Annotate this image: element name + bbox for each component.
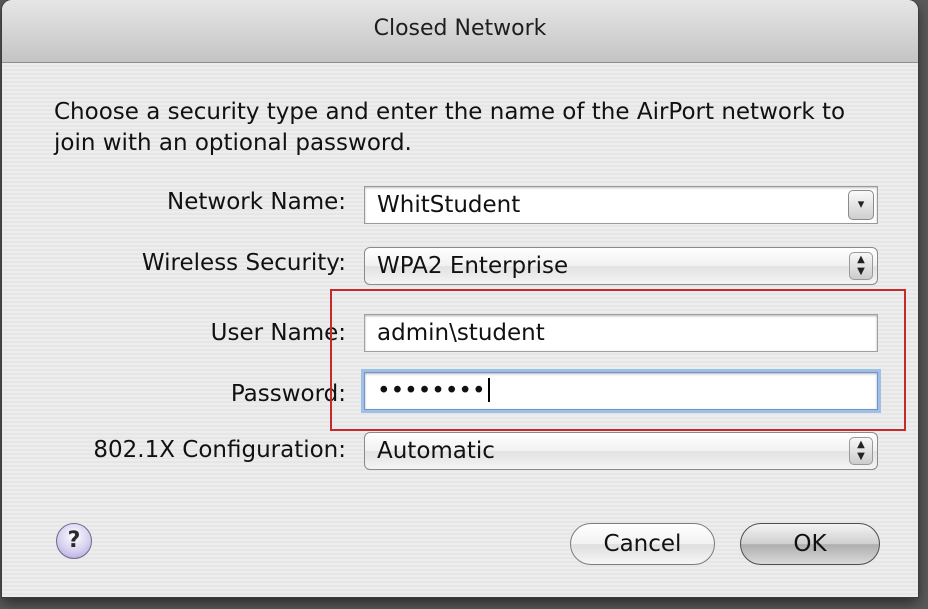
closed-network-dialog: Closed Network Choose a security type an… (2, 0, 918, 597)
password-label: Password: (230, 381, 346, 407)
user-name-label: User Name: (210, 320, 346, 346)
network-name-value[interactable]: WhitStudent (377, 192, 520, 218)
config-8021x-label: 802.1X Configuration: (93, 437, 346, 463)
ok-button[interactable]: OK (740, 523, 880, 565)
chevron-down-icon[interactable]: ▾ (848, 190, 874, 220)
wireless-security-value: WPA2 Enterprise (377, 253, 569, 279)
up-down-arrows-icon: ▲ ▼ (849, 437, 873, 465)
network-name-label: Network Name: (167, 189, 346, 215)
help-button[interactable]: ? (56, 523, 92, 559)
title-bar[interactable]: Closed Network (2, 0, 918, 63)
dialog-content: Choose a security type and enter the nam… (2, 63, 918, 597)
up-down-arrows-icon: ▲ ▼ (849, 252, 873, 280)
cancel-button[interactable]: Cancel (570, 523, 715, 565)
instructions-text: Choose a security type and enter the nam… (54, 99, 846, 156)
config-8021x-value: Automatic (377, 438, 495, 464)
network-name-combo[interactable]: WhitStudent ▾ (364, 186, 878, 224)
wireless-security-label: Wireless Security: (141, 250, 346, 276)
dialog-title: Closed Network (373, 16, 547, 41)
highlight-annotation-box (330, 289, 906, 431)
config-8021x-select[interactable]: Automatic ▲ ▼ (364, 432, 878, 470)
wireless-security-select[interactable]: WPA2 Enterprise ▲ ▼ (364, 247, 878, 285)
